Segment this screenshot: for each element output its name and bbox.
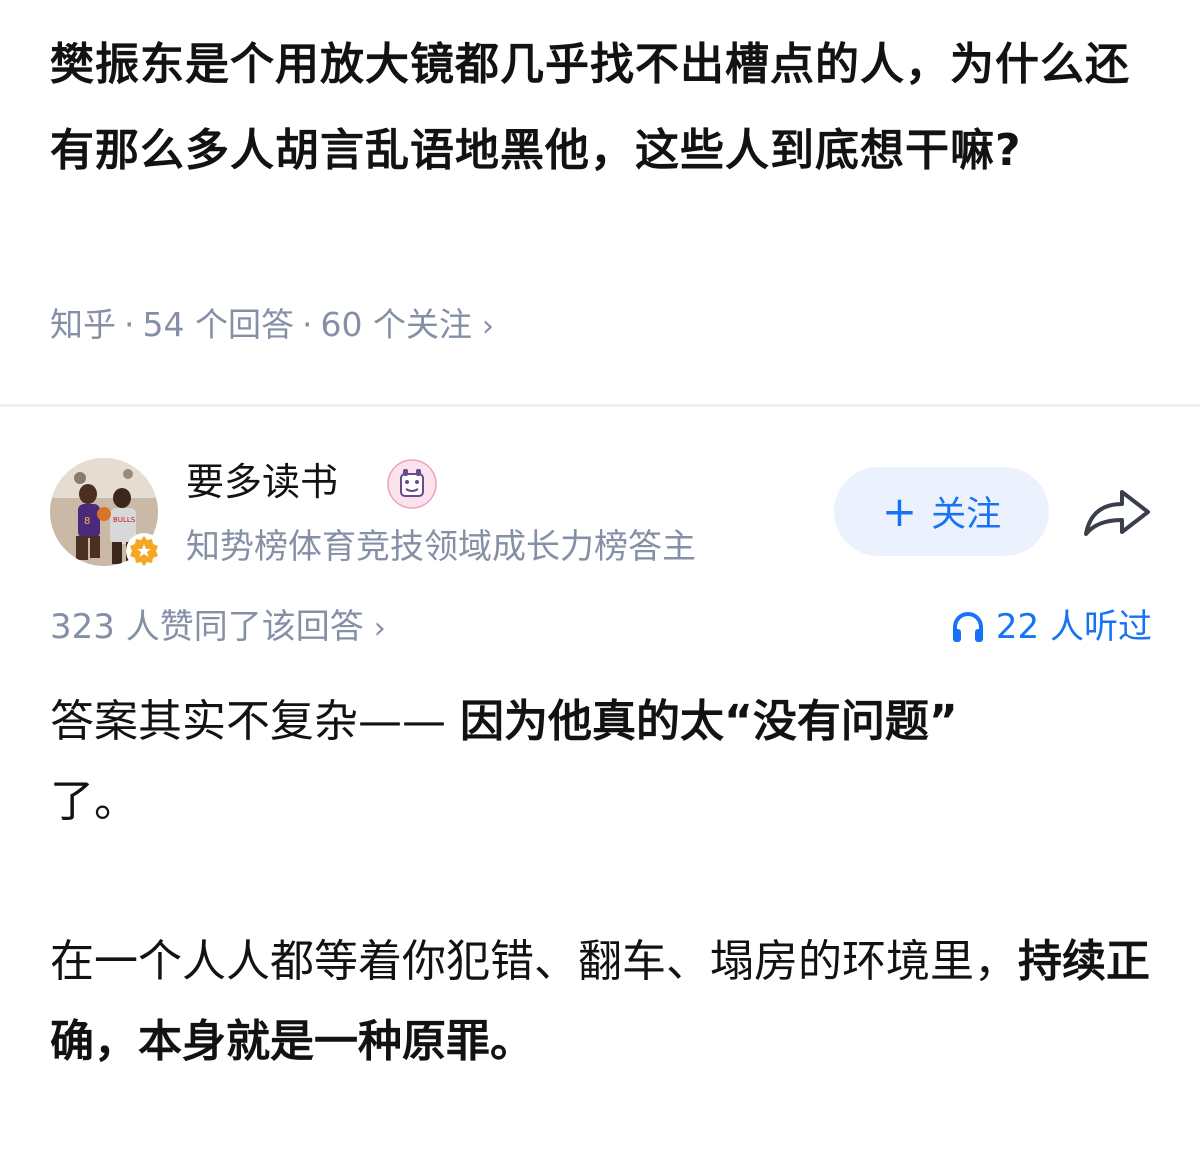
svg-text:8: 8: [84, 516, 90, 527]
chevron-right-icon: ›: [373, 611, 386, 646]
question-header: 樊振东是个用放大镜都几乎找不出槽点的人，为什么还有那么多人胡言乱语地黑他，这些人…: [50, 22, 1160, 194]
agree-text: 323 人赞同了该回答: [50, 607, 364, 647]
question-source: 知乎: [50, 305, 116, 344]
section-divider: [0, 404, 1200, 407]
meta-separator: ·: [301, 305, 313, 344]
listen-count[interactable]: 22 人听过: [950, 602, 1152, 652]
orange-star-badge-icon: [130, 536, 158, 566]
meta-separator: ·: [124, 305, 135, 344]
author-medal-icon: [386, 458, 438, 510]
follow-count: 60 个关注: [320, 305, 472, 344]
follow-button[interactable]: + 关注: [834, 467, 1049, 556]
paragraph-text: 了。: [50, 776, 138, 827]
question-title[interactable]: 樊振东是个用放大镜都几乎找不出槽点的人，为什么还有那么多人胡言乱语地黑他，这些人…: [50, 22, 1160, 194]
paragraph-text: 在一个人人都等着你犯错、翻车、塌房的环境里，: [50, 936, 1018, 987]
answer-count: 54 个回答: [142, 305, 294, 344]
answer-paragraph: 答案其实不复杂—— 因为他真的太“没有问题” 了。: [50, 682, 1160, 842]
chevron-right-icon: ›: [481, 309, 494, 344]
plus-icon: +: [881, 486, 918, 536]
answer-content[interactable]: 答案其实不复杂—— 因为他真的太“没有问题” 了。 在一个人人都等着你犯错、翻车、…: [50, 682, 1160, 1162]
paragraph-text: 答案其实不复杂——: [50, 696, 460, 747]
verified-badge: [126, 533, 162, 569]
author-name[interactable]: 要多读书: [186, 455, 338, 509]
share-icon[interactable]: [1080, 482, 1154, 542]
agree-count[interactable]: 323 人赞同了该回答 ›: [50, 602, 386, 654]
headphones-icon: [952, 612, 983, 642]
question-meta[interactable]: 知乎 · 54 个回答 · 60 个关注 ›: [50, 300, 494, 352]
svg-text:BULLS: BULLS: [113, 516, 136, 524]
paragraph-bold-text: 因为他真的太“没有问题”: [460, 696, 958, 747]
listen-text: 22 人听过: [995, 607, 1152, 647]
follow-label: 关注: [931, 495, 1002, 535]
author-description: 知势榜体育竞技领域成长力榜答主: [186, 527, 696, 567]
answer-paragraph: 在一个人人都等着你犯错、翻车、塌房的环境里，持续正确，本身就是一种原罪。: [50, 922, 1160, 1082]
